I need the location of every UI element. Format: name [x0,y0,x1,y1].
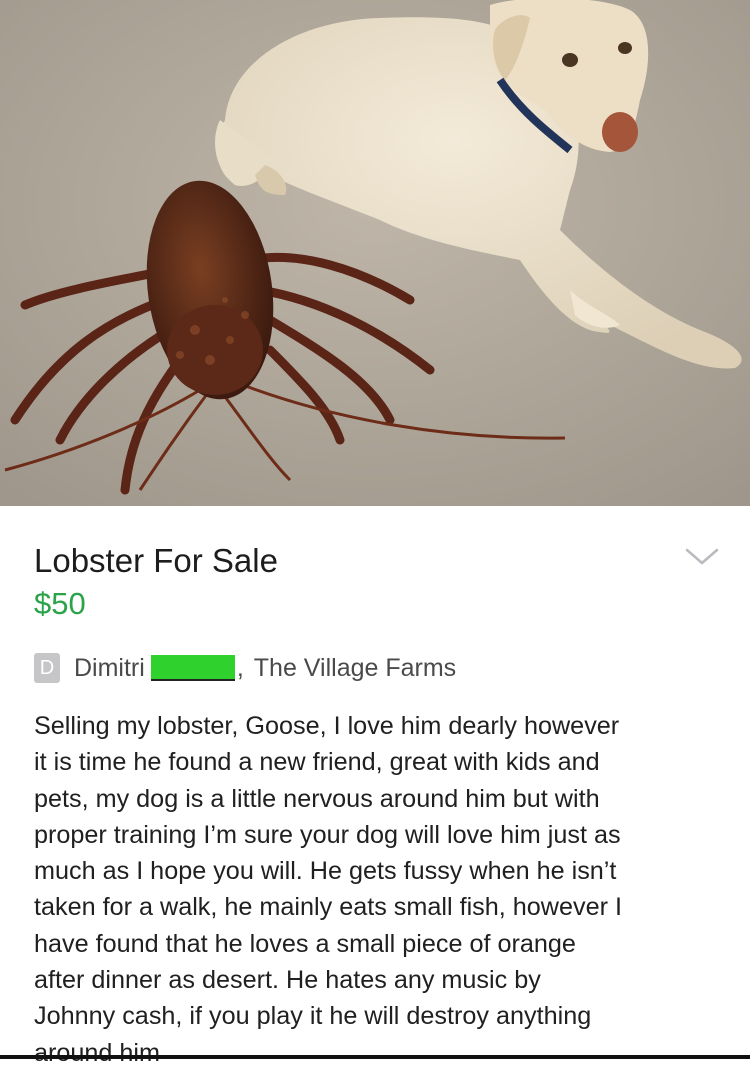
listing-price: $50 [34,586,86,621]
description-line: after dinner as desert. He hates any mus… [34,966,541,995]
avatar[interactable]: D [34,653,60,683]
bottom-edge-bar [0,1055,750,1059]
description-line: much as I hope you will. He gets fussy w… [34,857,617,886]
description-line: pets, my dog is a little nervous around … [34,784,600,813]
seller-row[interactable]: D Dimitri , The Village Farms [34,650,456,686]
description-line: proper training I’m sure your dog will l… [34,820,621,849]
listing-photo[interactable] [0,0,750,506]
chevron-down-icon[interactable] [684,546,720,568]
seller-name[interactable]: Dimitri [74,654,145,683]
listing-details: Lobster For Sale $50 D Dimitri , The Vil… [0,506,750,1067]
description-line: Selling my lobster, Goose, I love him de… [34,712,620,740]
description-line: taken for a walk, he mainly eats small f… [34,893,622,922]
listing-description: Selling my lobster, Goose, I love him de… [34,708,724,1071]
listing-title: Lobster For Sale [34,542,278,579]
seller-location: The Village Farms [253,653,457,682]
description-line: it is time he found a new friend, great … [34,748,600,777]
seller-separator: , [236,653,244,682]
listing-photo-image [0,0,750,506]
description-line: around him [34,1038,161,1067]
description-line: Johnny cash, if you play it he will dest… [34,1002,592,1031]
description-line: have found that he loves a small piece o… [34,929,576,958]
redaction-bar [150,655,235,681]
